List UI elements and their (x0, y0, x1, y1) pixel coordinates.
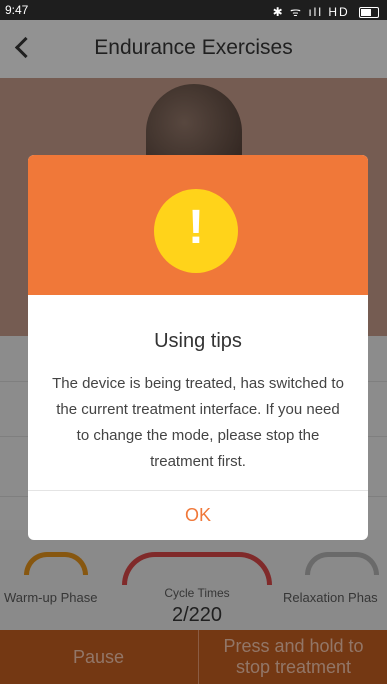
exclamation-mark: ! (188, 201, 204, 254)
status-icons: ✱ ᯤ ıll HD (273, 3, 379, 20)
dialog-message: The device is being treated, has switche… (52, 375, 344, 470)
status-bar: 9:47 ✱ ᯤ ıll HD (0, 0, 387, 20)
using-tips-dialog: ! Using tips The device is being treated… (28, 155, 368, 540)
dialog-header: ! (28, 155, 368, 295)
ok-button[interactable]: OK (28, 491, 368, 540)
battery-icon (359, 7, 379, 19)
dialog-title: Using tips (154, 330, 242, 352)
status-icons-text: ✱ ᯤ ıll HD (272, 5, 350, 19)
status-time: 9:47 (5, 3, 29, 17)
exclamation-icon: ! (154, 189, 238, 273)
